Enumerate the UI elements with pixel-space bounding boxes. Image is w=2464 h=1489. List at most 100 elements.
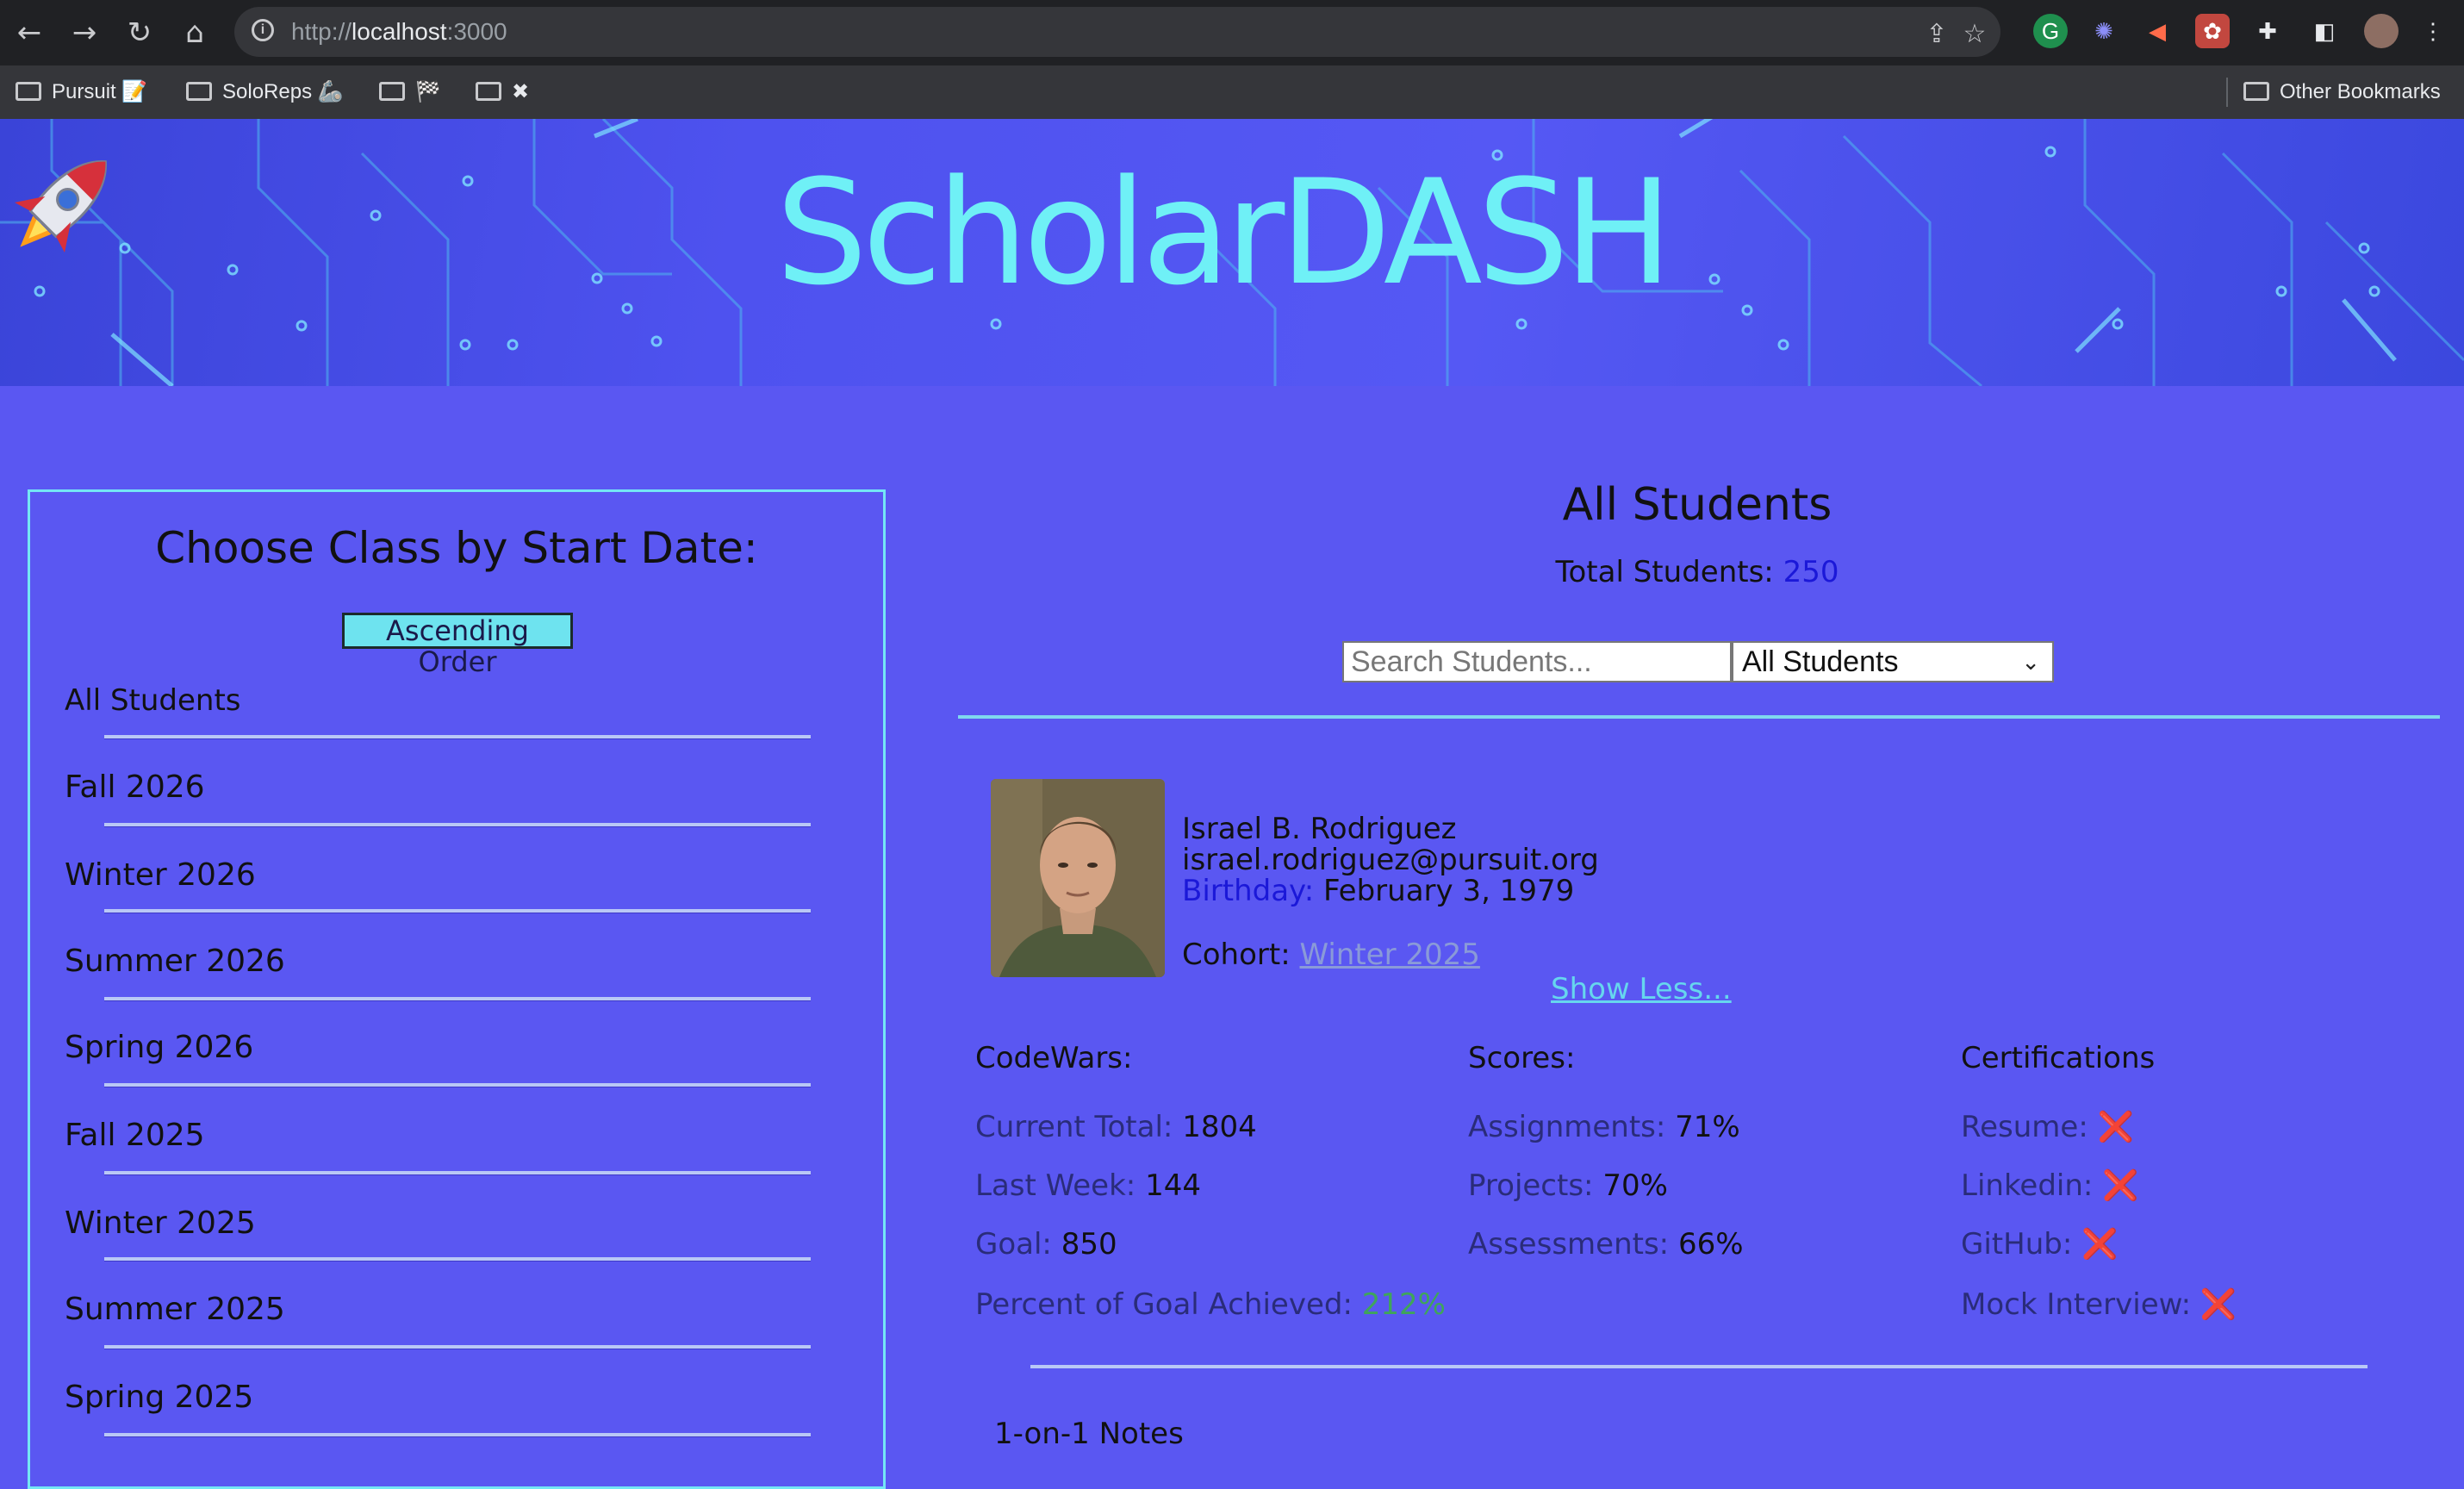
scores-heading: Scores:	[1468, 1041, 1576, 1075]
stat-label: GitHub:	[1961, 1227, 2073, 1262]
class-item-winter-2025[interactable]: Winter 2025	[65, 1206, 256, 1241]
bookmark-label: SoloReps 🦾	[222, 80, 344, 103]
puzzle-extensions-icon[interactable]: ✚	[2250, 14, 2285, 48]
menu-dots-icon[interactable]: ⋮	[2416, 14, 2450, 48]
stat-value: 212%	[1361, 1287, 1446, 1322]
search-input[interactable]	[1342, 641, 1732, 682]
gear-extension-icon[interactable]: ✺	[2087, 14, 2121, 48]
birthday-value: February 3, 1979	[1322, 874, 1575, 908]
grammarly-extension-icon[interactable]: G	[2033, 14, 2068, 48]
divider	[104, 1257, 811, 1262]
page-title: All Students	[1562, 479, 1832, 531]
stat-label: Percent of Goal Achieved:	[975, 1287, 1353, 1322]
stat-label: Assessments:	[1468, 1227, 1670, 1262]
class-item-summer-2026[interactable]: Summer 2026	[65, 944, 285, 979]
divider	[1030, 1365, 2368, 1368]
codewars-last-week: Last Week: 144	[975, 1168, 1201, 1203]
address-bar[interactable]: i http://localhost:3000 ⇪ ☆	[234, 7, 2000, 57]
stat-value: 850	[1061, 1227, 1117, 1262]
site-title-text: ScholarDASH	[775, 148, 1672, 317]
divider	[104, 1083, 811, 1087]
class-sidebar: Choose Class by Start Date: Ascending Or…	[28, 489, 886, 1489]
score-projects: Projects: 70%	[1468, 1168, 1668, 1203]
stat-label: Current Total:	[975, 1110, 1173, 1144]
student-avatar	[991, 779, 1165, 977]
divider	[958, 715, 2440, 719]
url-text[interactable]: http://localhost:3000	[291, 14, 507, 50]
stat-label: Assignments:	[1468, 1110, 1666, 1144]
cert-github: GitHub: ❌	[1961, 1227, 2118, 1262]
bookmark-soloreps[interactable]: SoloReps 🦾	[186, 74, 344, 110]
sort-order-button[interactable]: Ascending Order	[342, 613, 573, 677]
back-icon[interactable]: ←	[9, 12, 50, 53]
stat-label: Last Week:	[975, 1168, 1136, 1203]
browser-toolbar: ← → ↻ ⌂ i http://localhost:3000 ⇪ ☆ G ✺ …	[0, 0, 2464, 65]
reload-icon[interactable]: ↻	[119, 12, 160, 53]
student-email: israel.rodriguez@pursuit.org	[1182, 843, 1599, 877]
codewars-goal: Goal: 850	[975, 1227, 1117, 1262]
x-mark-icon: ❌	[2081, 1227, 2119, 1262]
bookmark-checkered[interactable]: 🏁	[379, 74, 441, 110]
student-filter-select[interactable]: All Students ⌄	[1732, 641, 2054, 682]
cohort-link[interactable]: Winter 2025	[1299, 938, 1479, 972]
stat-label: Resume:	[1961, 1110, 2088, 1144]
profile-avatar-icon[interactable]	[2364, 14, 2399, 48]
stat-value: 71%	[1675, 1110, 1740, 1144]
score-assignments: Assignments: 71%	[1468, 1110, 1740, 1144]
divider	[104, 1433, 811, 1437]
divider	[104, 1345, 811, 1349]
header-banner: ScholarDASH	[0, 119, 2464, 386]
cohort-label: Cohort:	[1182, 938, 1291, 972]
total-students-label: Total Students:	[1555, 555, 1774, 589]
folder-icon	[186, 81, 212, 101]
stat-label: Goal:	[975, 1227, 1052, 1262]
cert-linkedin: Linkedin: ❌	[1961, 1168, 2139, 1203]
other-bookmarks-label: Other Bookmarks	[2280, 80, 2441, 103]
x-mark-icon: ❌	[2200, 1287, 2237, 1322]
filter-selected-value: All Students	[1742, 645, 1899, 678]
divider	[104, 1171, 811, 1175]
bookmark-label: ✖	[512, 80, 530, 103]
forward-icon[interactable]: →	[64, 12, 105, 53]
stat-value: 1804	[1182, 1110, 1257, 1144]
chevron-down-icon: ⌄	[2021, 649, 2040, 675]
divider	[104, 997, 811, 1001]
bookmark-pursuit[interactable]: Pursuit 📝	[16, 74, 147, 110]
class-item-fall-2026[interactable]: Fall 2026	[65, 769, 205, 805]
folder-icon	[379, 81, 405, 101]
bookmark-x[interactable]: ✖	[476, 74, 529, 110]
divider	[104, 735, 811, 739]
total-students: Total Students: 250	[956, 555, 2438, 589]
site-title: ScholarDASH	[0, 138, 2464, 327]
site-info-icon[interactable]: i	[252, 19, 274, 41]
divider	[104, 909, 811, 913]
home-icon[interactable]: ⌂	[174, 12, 215, 53]
sidebar-title: Choose Class by Start Date:	[155, 523, 758, 573]
class-item-summer-2025[interactable]: Summer 2025	[65, 1292, 285, 1327]
cert-resume: Resume: ❌	[1961, 1110, 2134, 1144]
show-less-link[interactable]: Show Less...	[1551, 972, 1732, 1006]
class-item-spring-2025[interactable]: Spring 2025	[65, 1380, 253, 1415]
class-item-all-students[interactable]: All Students	[65, 683, 241, 718]
class-item-spring-2026[interactable]: Spring 2026	[65, 1030, 253, 1065]
red-extension-icon[interactable]: ✿	[2195, 14, 2230, 48]
codewars-current-total: Current Total: 1804	[975, 1110, 1257, 1144]
score-assessments: Assessments: 66%	[1468, 1227, 1744, 1262]
stat-value: 66%	[1677, 1227, 1744, 1262]
side-panel-icon[interactable]: ◧	[2307, 14, 2342, 48]
bookmark-separator	[2226, 78, 2228, 107]
student-cohort: Cohort: Winter 2025	[1182, 938, 1480, 972]
bookmark-star-icon[interactable]: ☆	[1957, 17, 1992, 52]
stat-label: Projects:	[1468, 1168, 1594, 1203]
codewars-heading: CodeWars:	[975, 1041, 1133, 1075]
student-birthday: Birthday: February 3, 1979	[1182, 874, 1574, 908]
share-icon[interactable]: ⇪	[1920, 17, 1954, 52]
bookmarks-bar: Pursuit 📝 SoloReps 🦾 🏁 ✖ Other Bookmarks	[0, 65, 2464, 119]
other-bookmarks[interactable]: Other Bookmarks	[2243, 74, 2441, 110]
birthday-label: Birthday:	[1182, 874, 1315, 908]
speaker-extension-icon[interactable]: ◀	[2140, 14, 2175, 48]
class-item-fall-2025[interactable]: Fall 2025	[65, 1118, 205, 1153]
bookmark-label: Pursuit 📝	[52, 80, 148, 103]
x-mark-icon: ❌	[2102, 1168, 2139, 1203]
class-item-winter-2026[interactable]: Winter 2026	[65, 857, 256, 893]
